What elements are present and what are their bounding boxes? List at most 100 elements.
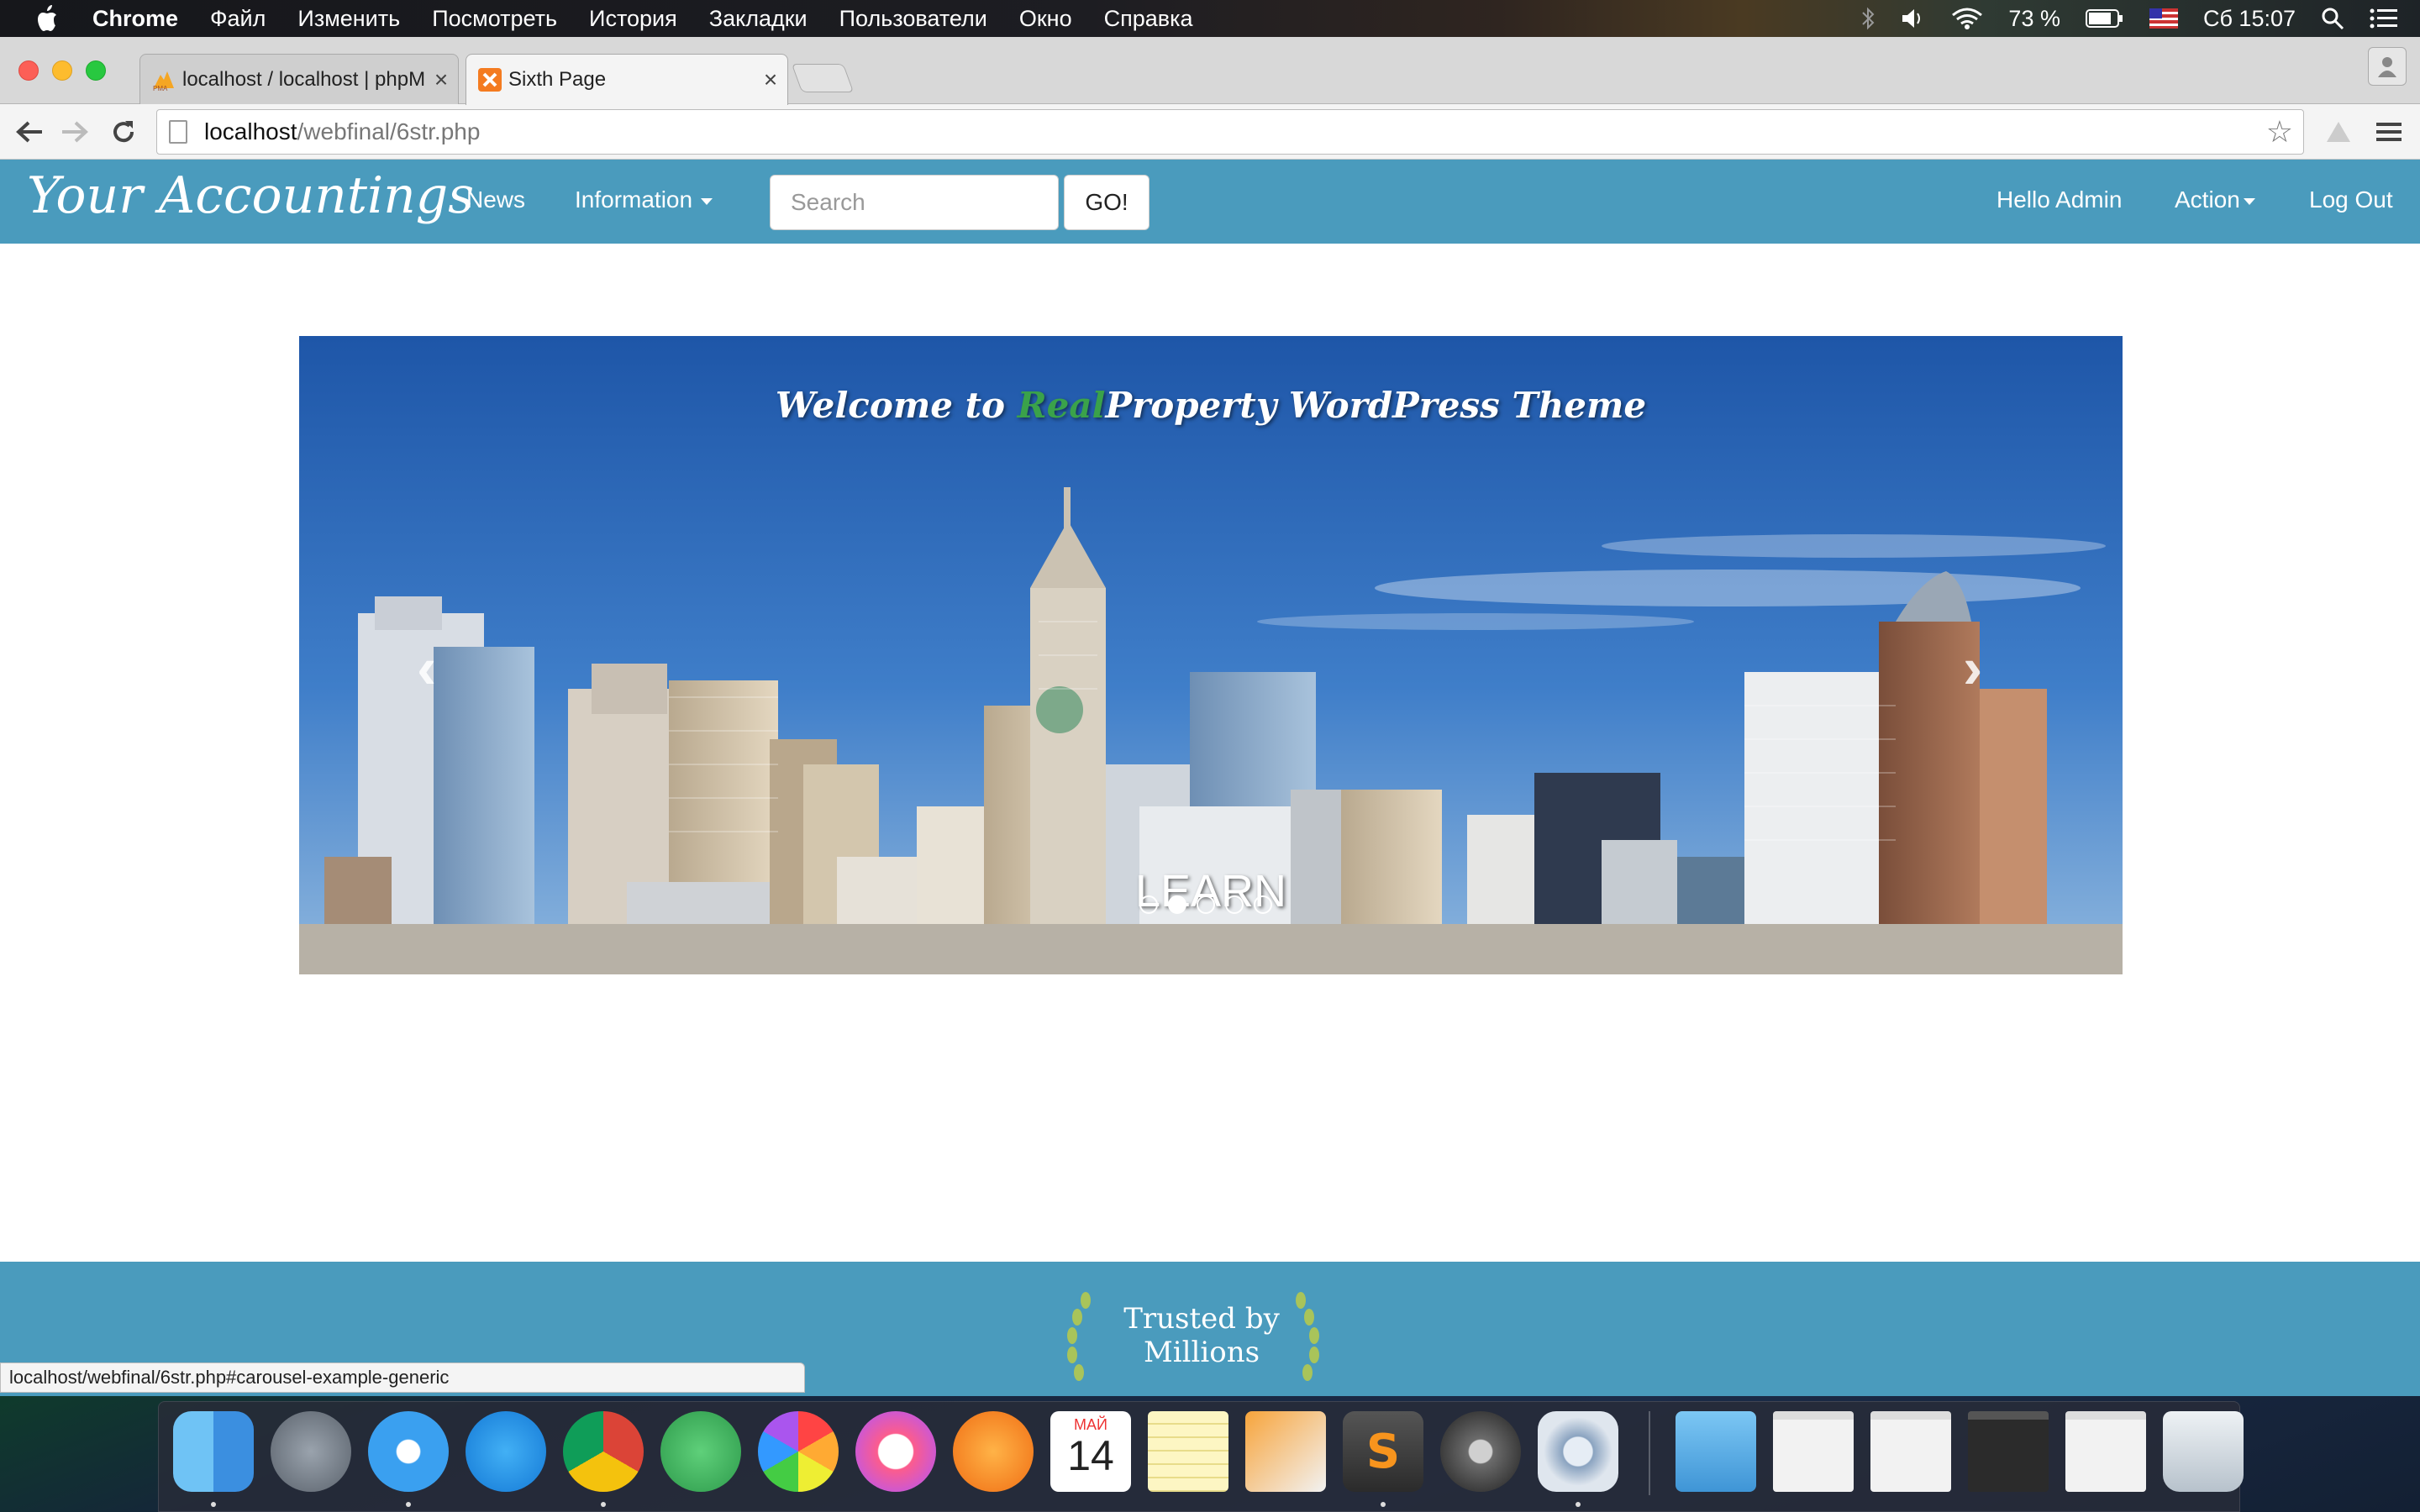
nav-action-dropdown[interactable]: Action bbox=[2175, 186, 2255, 213]
apple-logo-icon[interactable] bbox=[34, 4, 59, 33]
us-flag-icon[interactable] bbox=[2149, 8, 2178, 29]
pages-icon[interactable] bbox=[1245, 1411, 1326, 1492]
hamburger-menu-icon bbox=[2376, 123, 2402, 141]
nav-information-dropdown[interactable]: Information bbox=[575, 186, 713, 213]
chrome-icon[interactable] bbox=[563, 1411, 644, 1492]
spotlight-search-icon[interactable] bbox=[2321, 7, 2344, 30]
nav-news-link[interactable]: News bbox=[466, 186, 525, 213]
address-url[interactable]: localhost/webfinal/6str.php bbox=[204, 118, 480, 145]
laurel-right-icon bbox=[1296, 1292, 1319, 1381]
ibooks-icon[interactable] bbox=[953, 1411, 1034, 1492]
menu-file[interactable]: Файл bbox=[210, 6, 266, 32]
close-window-button[interactable] bbox=[18, 60, 39, 81]
atom-icon[interactable] bbox=[660, 1411, 741, 1492]
new-tab-button[interactable] bbox=[791, 64, 855, 92]
system-preferences-icon[interactable] bbox=[1440, 1411, 1521, 1492]
menu-help[interactable]: Справка bbox=[1104, 6, 1193, 32]
forward-button[interactable] bbox=[55, 113, 94, 151]
menu-history[interactable]: История bbox=[589, 6, 677, 32]
bookmark-star-icon[interactable]: ☆ bbox=[2266, 117, 2293, 147]
nav-hello-admin[interactable]: Hello Admin bbox=[1996, 186, 2122, 213]
carousel-indicator[interactable] bbox=[1197, 895, 1215, 914]
clock[interactable]: Сб 15:07 bbox=[2203, 6, 2296, 32]
wifi-icon[interactable] bbox=[1951, 7, 1983, 30]
tab-phpmyadmin[interactable]: PMA localhost / localhost | phpMyAdmin × bbox=[139, 54, 459, 104]
calendar-day: 14 bbox=[1067, 1432, 1114, 1479]
back-button[interactable] bbox=[10, 113, 49, 151]
running-indicator bbox=[406, 1502, 411, 1507]
minimized-window-thumbnail[interactable] bbox=[2065, 1411, 2146, 1492]
safari-icon[interactable] bbox=[368, 1411, 449, 1492]
menu-window[interactable]: Окно bbox=[1019, 6, 1072, 32]
search-input[interactable] bbox=[770, 175, 1059, 230]
menu-app-name[interactable]: Chrome bbox=[92, 6, 178, 32]
svg-text:PMA: PMA bbox=[153, 85, 168, 92]
tab-title: localhost / localhost | phpMyAdmin bbox=[182, 67, 424, 91]
menu-people[interactable]: Пользователи bbox=[839, 6, 987, 32]
tab-title: Sixth Page bbox=[508, 68, 607, 91]
finder-icon[interactable] bbox=[173, 1411, 254, 1492]
address-bar[interactable]: localhost/webfinal/6str.php ☆ bbox=[156, 109, 2304, 155]
forward-arrow-icon bbox=[62, 121, 88, 143]
zoom-window-button[interactable] bbox=[86, 60, 106, 81]
carousel-indicator[interactable] bbox=[1254, 895, 1272, 914]
caret-down-icon bbox=[2243, 197, 2255, 205]
dock-separator bbox=[1649, 1411, 1650, 1495]
minimize-window-button[interactable] bbox=[52, 60, 72, 81]
menu-edit[interactable]: Изменить bbox=[297, 6, 400, 32]
menu-view[interactable]: Посмотреть bbox=[432, 6, 557, 32]
caret-down-icon bbox=[701, 197, 713, 205]
running-indicator bbox=[1576, 1502, 1581, 1507]
laurel-left-icon bbox=[1067, 1292, 1091, 1381]
running-indicator bbox=[1381, 1502, 1386, 1507]
sublime-text-icon[interactable]: S bbox=[1343, 1411, 1423, 1492]
launchpad-icon[interactable] bbox=[271, 1411, 351, 1492]
brand-logo[interactable]: Your Accountings bbox=[27, 166, 474, 225]
trusted-by-badge: Trusted by Millions bbox=[1123, 1302, 1280, 1369]
reload-button[interactable] bbox=[104, 113, 143, 151]
back-arrow-icon bbox=[16, 121, 42, 143]
carousel-indicator[interactable] bbox=[1139, 895, 1158, 914]
photos-icon[interactable] bbox=[758, 1411, 839, 1492]
minimized-window-thumbnail[interactable] bbox=[1870, 1411, 1951, 1492]
calendar-icon[interactable]: МАЙ 14 bbox=[1050, 1411, 1131, 1492]
calendar-month: МАЙ bbox=[1074, 1416, 1107, 1433]
page-icon bbox=[169, 120, 187, 144]
tab-sixth-page[interactable]: Sixth Page × bbox=[466, 54, 788, 105]
gear-icon[interactable] bbox=[1538, 1411, 1618, 1492]
notes-icon[interactable] bbox=[1148, 1411, 1228, 1492]
battery-icon[interactable] bbox=[2085, 8, 2124, 29]
carousel-prev-button[interactable]: ‹ bbox=[417, 638, 436, 697]
itunes-icon[interactable] bbox=[855, 1411, 936, 1492]
web-page: Your Accountings News Information GO! He… bbox=[0, 160, 2420, 1396]
volume-icon[interactable] bbox=[1901, 7, 1926, 30]
carousel-heading: Welcome to RealProperty WordPress Theme bbox=[775, 385, 1647, 426]
status-bar-url: localhost/webfinal/6str.php#carousel-exa… bbox=[0, 1362, 805, 1393]
carousel-indicator-active[interactable] bbox=[1168, 895, 1186, 914]
minimized-window-thumbnail[interactable] bbox=[1773, 1411, 1854, 1492]
nav-logout-link[interactable]: Log Out bbox=[2309, 186, 2393, 213]
menu-bookmarks[interactable]: Закладки bbox=[709, 6, 808, 32]
close-tab-icon[interactable]: × bbox=[424, 66, 458, 93]
close-tab-icon[interactable]: × bbox=[754, 66, 787, 93]
running-indicator bbox=[601, 1502, 606, 1507]
bluetooth-icon[interactable] bbox=[1860, 6, 1876, 31]
phpmyadmin-icon: PMA bbox=[153, 71, 174, 92]
reload-icon bbox=[113, 121, 134, 143]
battery-percent: 73 % bbox=[2008, 5, 2060, 31]
chrome-menu-button[interactable] bbox=[2370, 113, 2408, 151]
carousel-next-button[interactable]: › bbox=[1963, 638, 1982, 697]
carousel-indicator[interactable] bbox=[1225, 895, 1244, 914]
downloads-folder-icon[interactable] bbox=[1676, 1411, 1756, 1492]
profile-button[interactable] bbox=[2368, 47, 2407, 86]
site-navbar: Your Accountings News Information GO! He… bbox=[0, 160, 2420, 244]
extension-button[interactable] bbox=[2319, 113, 2358, 151]
trash-icon[interactable] bbox=[2163, 1411, 2244, 1492]
tab-strip: PMA localhost / localhost | phpMyAdmin ×… bbox=[0, 37, 2420, 105]
app-store-icon[interactable] bbox=[466, 1411, 546, 1492]
notification-center-icon[interactable] bbox=[2370, 8, 2398, 29]
minimized-window-thumbnail[interactable] bbox=[1968, 1411, 2049, 1492]
search-go-button[interactable]: GO! bbox=[1064, 175, 1150, 230]
nav-information-label: Information bbox=[575, 186, 693, 213]
nav-action-label: Action bbox=[2175, 186, 2240, 213]
